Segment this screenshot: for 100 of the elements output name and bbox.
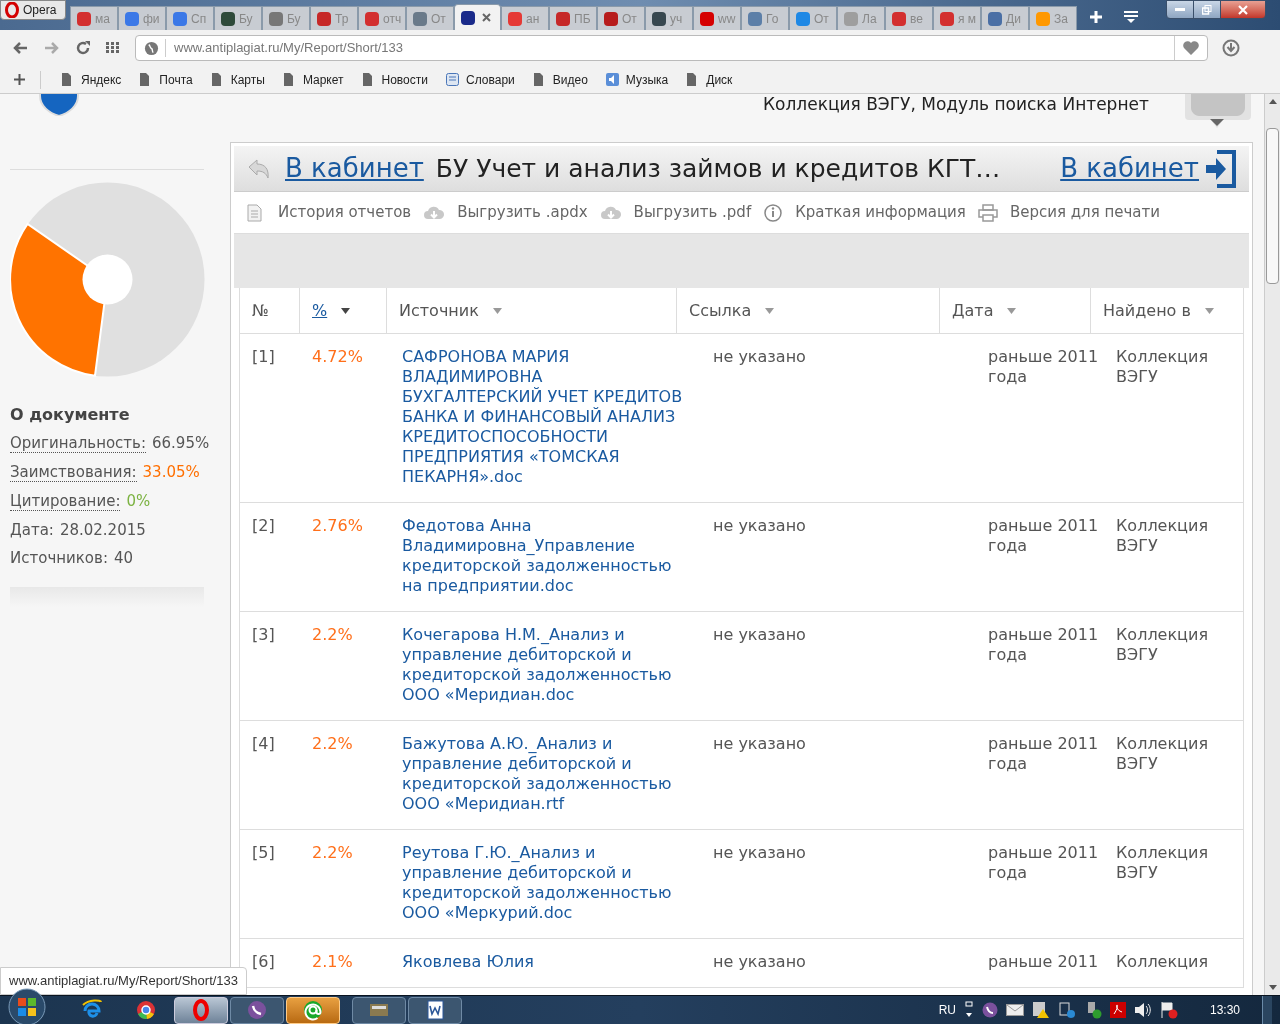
cabinet-link[interactable]: В кабинет — [1060, 149, 1199, 188]
opera-menu-button[interactable]: Opera — [0, 0, 66, 20]
download-icon[interactable] — [1222, 39, 1240, 57]
flag-error-tray-icon[interactable] — [1159, 1001, 1178, 1019]
stat-value: 40 — [113, 550, 134, 567]
minimize-button[interactable] — [1166, 0, 1194, 19]
source-link[interactable]: Федотова Анна Владимировна_Управление кредиторской задолженностью на предприятии.doc — [402, 516, 683, 596]
start-button-icon[interactable] — [8, 988, 46, 1024]
scroll-up-icon[interactable] — [1268, 99, 1277, 104]
bookmark-link[interactable]: Музыка — [625, 70, 669, 89]
show-desktop-button[interactable] — [1262, 996, 1272, 1024]
speaker-tray-icon[interactable] — [1133, 1002, 1152, 1018]
source-link[interactable]: САФРОНОВА МАРИЯ ВЛАДИМИРОВНА БУХГАЛТЕРСКИЙ УЧЕТ КРЕДИТОВ БАНКА И ФИНАНСОВЫЙ АНАЛИЗ КРЕДИТОСПОСОБНОСТИ ПРЕДПРИЯТИЯ «ТОМСКАЯ ПЕКАРНЯ».doc — [402, 347, 683, 487]
row-number: [6] — [252, 952, 276, 972]
printer-icon — [977, 203, 998, 222]
source-link[interactable]: Бажутова А.Ю._Анализ и управление дебиторской и кредиторской задолженностью ООО «Меридиан.rtf — [402, 734, 683, 814]
close-tab-icon[interactable] — [482, 13, 491, 22]
found-in-cell-text: Коллекция ВЭГУ — [1116, 625, 1210, 665]
bookmark-link[interactable]: Яндекс — [81, 70, 122, 89]
source-link[interactable]: Кочегарова Н.М._Анализ и управление дебиторской и кредиторской задолженностью ООО «Меридиан.doc — [402, 625, 683, 705]
address-field[interactable]: www.antiplagiat.ru/My/Report/Short/133 — [135, 35, 1208, 61]
match-percent: 2.76% — [312, 516, 364, 536]
bookmark-link[interactable]: Почта — [159, 70, 193, 89]
stat-label: Дата: — [10, 522, 54, 539]
sort-link[interactable]: % — [312, 298, 328, 323]
column-header[interactable]: Ссылка — [677, 288, 940, 333]
stat-link[interactable]: Оригинальность: — [10, 435, 146, 453]
bookmark-link[interactable]: Новости — [381, 70, 428, 89]
scrollbar[interactable] — [1264, 94, 1280, 995]
clock[interactable]: 13:30 — [1209, 1001, 1240, 1019]
toolbar-link[interactable]: История отчетов — [278, 201, 412, 224]
found-in-cell-text: Коллекция ВЭГУ — [1116, 516, 1210, 556]
stat-link[interactable]: Заимствования: — [10, 464, 137, 482]
viber-tray-icon[interactable] — [981, 1002, 998, 1018]
taskbar-button[interactable] — [408, 996, 462, 1024]
address-text: www.antiplagiat.ru/My/Report/Short/133 — [174, 39, 404, 58]
match-percent: 4.72% — [312, 347, 364, 367]
exit-icon[interactable] — [1205, 149, 1237, 188]
tab-label: Бу — [287, 10, 301, 28]
found-in-cell-text: Коллекция ВЭГУ — [1116, 734, 1210, 774]
restore-button[interactable] — [1194, 0, 1220, 19]
bookmark-link[interactable]: Видео — [552, 70, 588, 89]
cabinet-link[interactable]: В кабинет — [285, 149, 424, 188]
scroll-down-icon[interactable] — [1268, 985, 1277, 990]
row-number: [3] — [252, 625, 276, 645]
source-link[interactable]: Реутова Г.Ю._Анализ и управление дебиторской и кредиторской задолженностью ООО «Меркурий.doc — [402, 843, 683, 923]
taskbar-button[interactable] — [174, 996, 228, 1024]
network-tray-icon[interactable] — [1057, 1001, 1076, 1019]
mail-tray-icon[interactable] — [1005, 1004, 1024, 1016]
bookmark-link[interactable]: Диск — [706, 70, 733, 89]
bookmark-link[interactable]: Маркет — [302, 70, 344, 89]
collections-text: Коллекция ВЭГУ, Модуль поиска Интернет — [763, 94, 1149, 116]
tab-label: Сп — [191, 10, 207, 28]
toolbar-link[interactable]: Краткая информация — [795, 201, 966, 224]
toolbar-link[interactable]: Версия для печати — [1009, 201, 1161, 224]
stat-link[interactable]: Цитирование: — [10, 493, 121, 511]
menu-label: Opera — [23, 2, 57, 19]
language-indicator[interactable]: RU — [938, 1001, 956, 1019]
pdf-tray-icon[interactable] — [1109, 1002, 1126, 1018]
bookmark-link[interactable]: Словари — [466, 70, 515, 89]
toolbar-link[interactable]: Выгрузить .apdx — [457, 201, 588, 224]
report-title: БУ Учет и анализ займов и кредитов КГТ… — [435, 152, 1001, 185]
found-in-cell-text: Коллекция — [1116, 952, 1210, 972]
heart-icon[interactable] — [1182, 40, 1200, 56]
tab-label: фи — [143, 10, 160, 28]
stat-value: 28.02.2015 — [59, 522, 146, 539]
tray-expand-icon[interactable] — [963, 1001, 974, 1019]
column-header[interactable]: Найдено в — [1091, 288, 1241, 333]
column-header[interactable]: % — [300, 288, 387, 333]
column-header[interactable]: № — [240, 288, 300, 333]
bookmark-link[interactable]: Карты — [230, 70, 265, 89]
tab-label: Ла — [862, 10, 877, 28]
taskbar-button[interactable] — [230, 996, 284, 1024]
tab-label: От — [622, 10, 637, 28]
tab-label: ве — [910, 10, 923, 28]
browser-tab[interactable] — [454, 4, 501, 30]
add-bookmark-icon[interactable] — [14, 74, 25, 85]
reload-icon[interactable] — [76, 41, 90, 55]
source-url: не указано — [713, 952, 807, 972]
date-cell-text: раньше 2011 года — [988, 625, 1100, 665]
close-button[interactable] — [1220, 0, 1266, 19]
tab-label: я м — [958, 10, 977, 28]
source-url: не указано — [713, 516, 807, 536]
source-url: не указано — [713, 734, 807, 754]
column-header[interactable]: Дата — [940, 288, 1091, 333]
source-link[interactable]: Яковлева Юлия — [402, 952, 683, 972]
scroll-thumb[interactable] — [1266, 128, 1279, 284]
back-icon[interactable] — [12, 41, 28, 55]
toolbar-link[interactable]: Выгрузить .pdf — [633, 201, 752, 224]
sort-caret-icon[interactable] — [341, 307, 351, 314]
speed-dial-icon[interactable] — [106, 42, 120, 54]
tab-label: ма — [95, 10, 110, 28]
column-header[interactable]: Источник — [387, 288, 677, 333]
book-icon — [446, 73, 459, 86]
tab-label: отч — [383, 10, 402, 28]
taskbar-button[interactable] — [352, 996, 406, 1024]
match-percent: 2.2% — [312, 625, 354, 645]
warning-tray-icon[interactable] — [1031, 1001, 1050, 1019]
new-tab-icon[interactable] — [1089, 10, 1103, 24]
tab-menu-icon[interactable] — [1123, 10, 1139, 24]
